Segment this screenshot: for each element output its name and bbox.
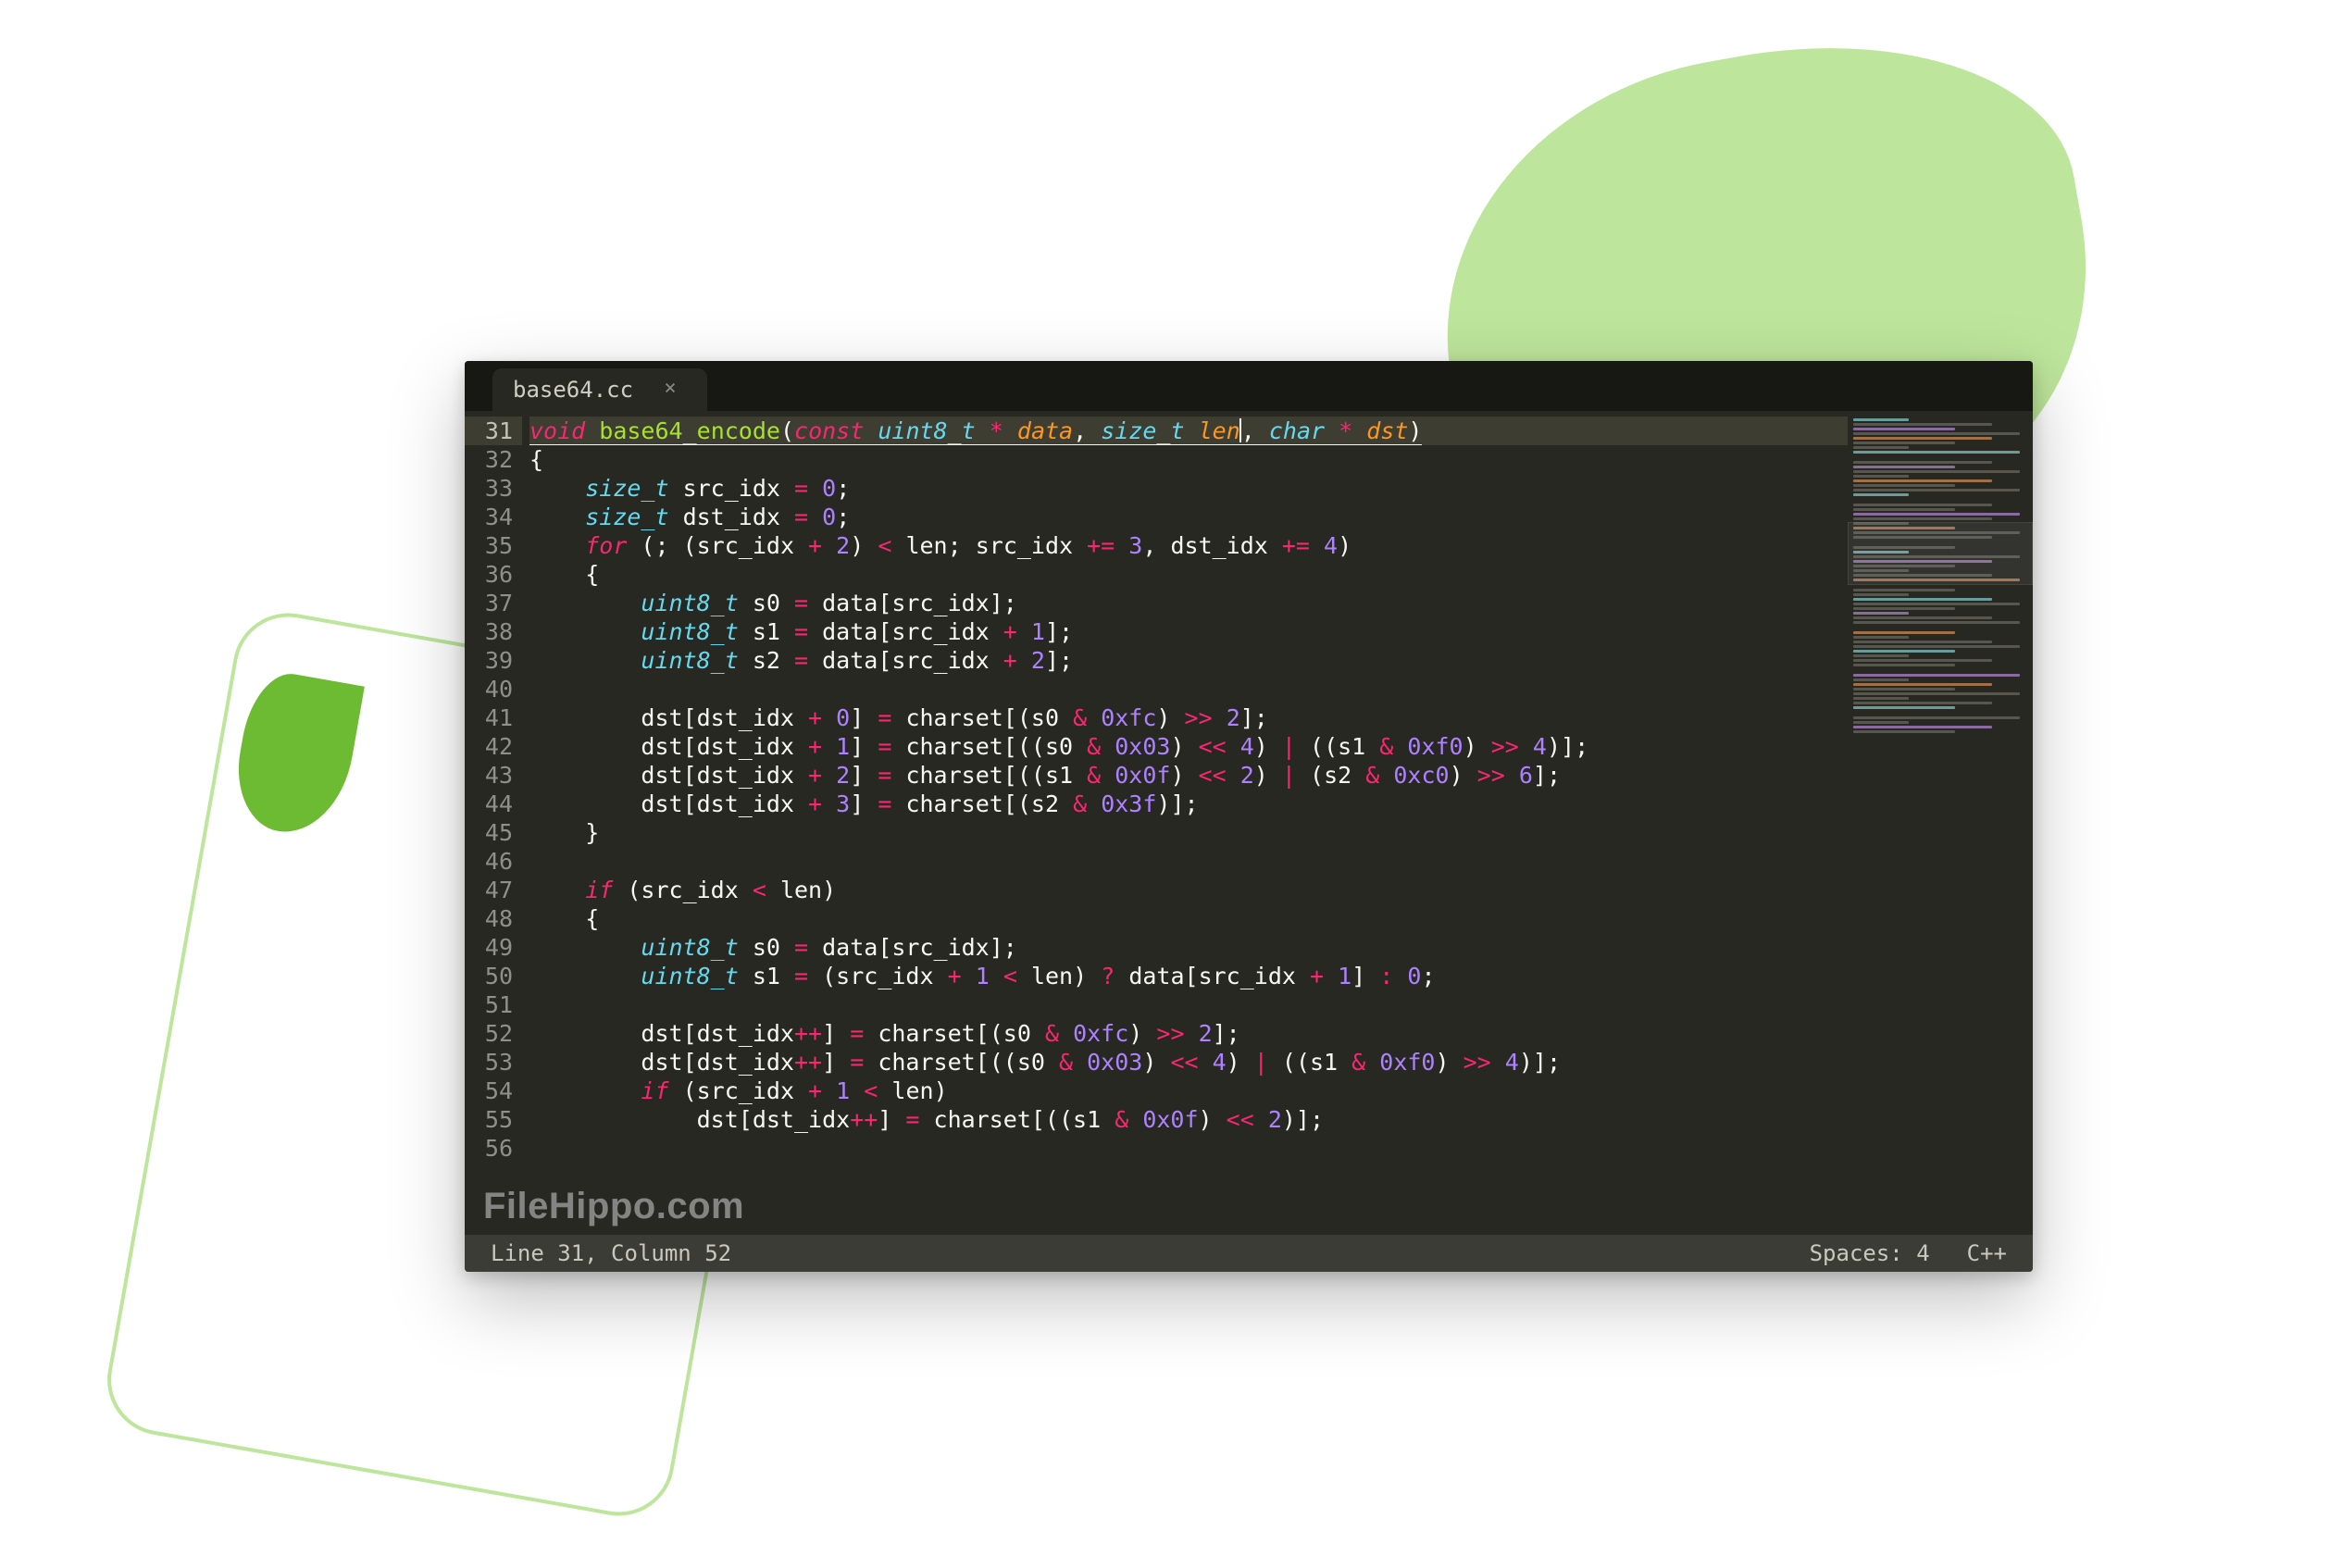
code-line[interactable]: dst[dst_idx + 0] = charset[(s0 & 0xfc) >… <box>529 703 1848 732</box>
line-number: 39 <box>465 646 513 675</box>
line-number: 41 <box>465 703 513 732</box>
code-line[interactable]: { <box>529 560 1848 589</box>
line-number: 51 <box>465 990 513 1019</box>
editor-window: base64.cc × 3132333435363738394041424344… <box>465 361 2033 1272</box>
tab-bar: base64.cc × <box>465 361 2033 411</box>
line-number: 33 <box>465 474 513 503</box>
line-number: 37 <box>465 589 513 617</box>
code-line[interactable]: dst[dst_idx++] = charset[((s0 & 0x03) <<… <box>529 1048 1848 1076</box>
code-line[interactable]: for (; (src_idx + 2) < len; src_idx += 3… <box>529 531 1848 560</box>
minimap[interactable] <box>1848 411 2033 1235</box>
code-line[interactable]: } <box>529 818 1848 847</box>
tab-title: base64.cc <box>513 377 633 403</box>
code-line[interactable]: uint8_t s2 = data[src_idx + 2]; <box>529 646 1848 675</box>
line-number-gutter: 3132333435363738394041424344454647484950… <box>465 411 522 1235</box>
status-position[interactable]: Line 31, Column 52 <box>491 1240 731 1266</box>
code-line[interactable] <box>529 675 1848 703</box>
code-line[interactable]: uint8_t s1 = (src_idx + 1 < len) ? data[… <box>529 962 1848 990</box>
code-line[interactable]: uint8_t s0 = data[src_idx]; <box>529 933 1848 962</box>
code-area[interactable]: void base64_encode(const uint8_t * data,… <box>522 411 1848 1235</box>
line-number: 56 <box>465 1134 513 1163</box>
line-number: 42 <box>465 732 513 761</box>
line-number: 45 <box>465 818 513 847</box>
code-line[interactable]: void base64_encode(const uint8_t * data,… <box>529 417 1848 445</box>
code-line[interactable]: size_t dst_idx = 0; <box>529 503 1848 531</box>
line-number: 49 <box>465 933 513 962</box>
code-line[interactable]: uint8_t s0 = data[src_idx]; <box>529 589 1848 617</box>
line-number: 35 <box>465 531 513 560</box>
line-number: 40 <box>465 675 513 703</box>
line-number: 47 <box>465 876 513 904</box>
line-number: 38 <box>465 617 513 646</box>
line-number: 36 <box>465 560 513 589</box>
line-number: 48 <box>465 904 513 933</box>
line-number: 50 <box>465 962 513 990</box>
code-line[interactable]: if (src_idx < len) <box>529 876 1848 904</box>
close-icon[interactable]: × <box>661 380 679 399</box>
code-line[interactable] <box>529 1134 1848 1163</box>
line-number: 55 <box>465 1105 513 1134</box>
line-number: 54 <box>465 1076 513 1105</box>
line-number: 44 <box>465 790 513 818</box>
code-line[interactable]: if (src_idx + 1 < len) <box>529 1076 1848 1105</box>
line-number: 31 <box>465 417 522 445</box>
code-line[interactable]: dst[dst_idx + 1] = charset[((s0 & 0x03) … <box>529 732 1848 761</box>
line-number: 53 <box>465 1048 513 1076</box>
line-number: 46 <box>465 847 513 876</box>
code-line[interactable]: dst[dst_idx + 2] = charset[((s1 & 0x0f) … <box>529 761 1848 790</box>
code-line[interactable]: dst[dst_idx + 3] = charset[(s2 & 0x3f)]; <box>529 790 1848 818</box>
code-line[interactable]: { <box>529 904 1848 933</box>
line-number: 34 <box>465 503 513 531</box>
code-line[interactable]: dst[dst_idx++] = charset[((s1 & 0x0f) <<… <box>529 1105 1848 1134</box>
code-line[interactable]: size_t src_idx = 0; <box>529 474 1848 503</box>
code-line[interactable]: dst[dst_idx++] = charset[(s0 & 0xfc) >> … <box>529 1019 1848 1048</box>
tab-base64[interactable]: base64.cc × <box>492 368 707 411</box>
line-number: 52 <box>465 1019 513 1048</box>
code-line[interactable] <box>529 990 1848 1019</box>
line-number: 32 <box>465 445 513 474</box>
minimap-viewport[interactable] <box>1848 522 2033 585</box>
code-line[interactable]: uint8_t s1 = data[src_idx + 1]; <box>529 617 1848 646</box>
code-line[interactable] <box>529 847 1848 876</box>
status-bar: Line 31, Column 52 Spaces: 4 C++ <box>465 1235 2033 1272</box>
editor-main: 3132333435363738394041424344454647484950… <box>465 411 2033 1235</box>
status-indent[interactable]: Spaces: 4 <box>1810 1240 1930 1266</box>
code-line[interactable]: { <box>529 445 1848 474</box>
status-language[interactable]: C++ <box>1967 1240 2007 1266</box>
line-number: 43 <box>465 761 513 790</box>
